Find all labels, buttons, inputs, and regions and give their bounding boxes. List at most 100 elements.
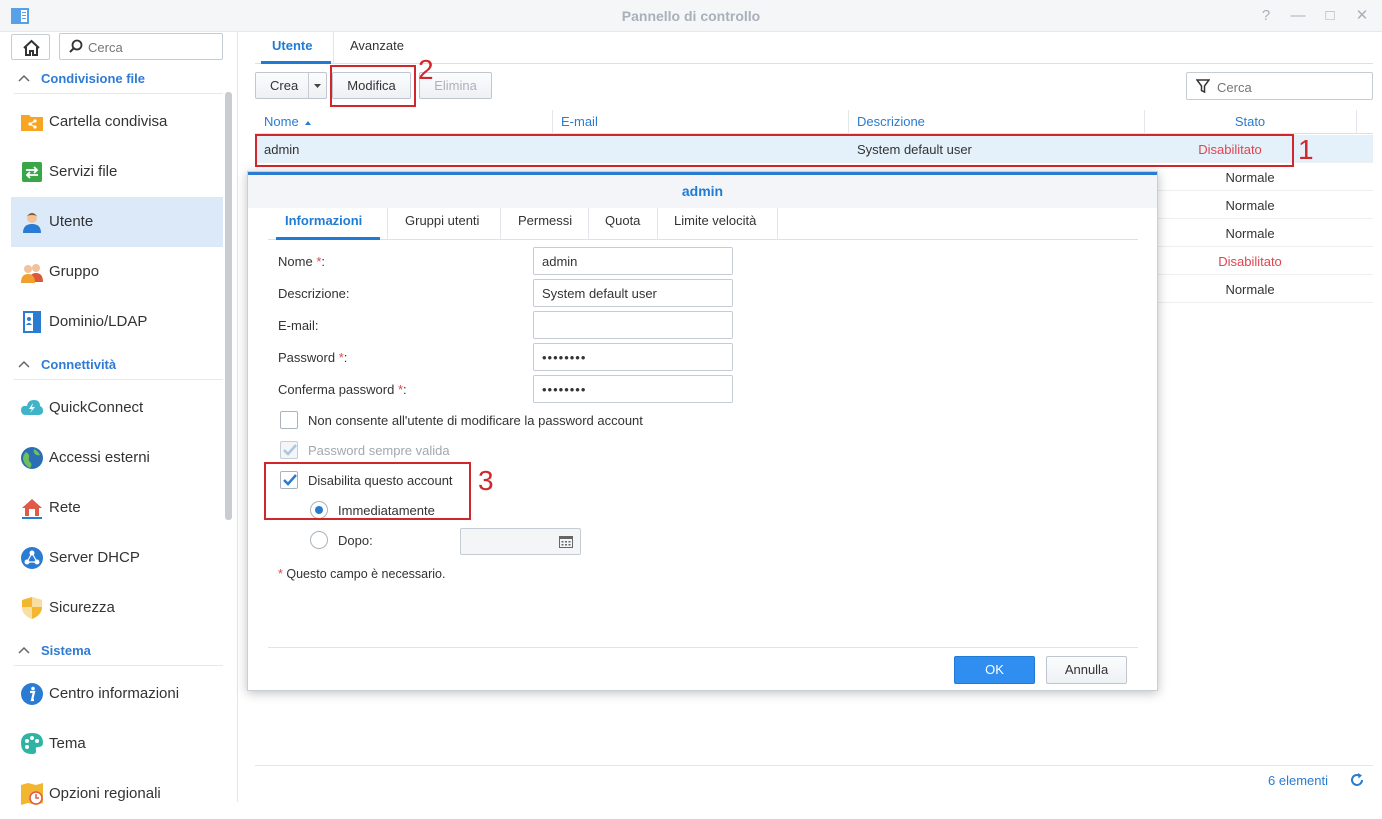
sidebar-item-external-access[interactable]: Accessi esterni — [11, 433, 223, 483]
sidebar-item-label: Tema — [49, 735, 86, 752]
tab-user-groups[interactable]: Gruppi utenti — [405, 213, 479, 228]
close-icon[interactable]: ✕ — [1352, 6, 1372, 26]
dialog-tabs: Informazioni Gruppi utenti Permessi Quot… — [268, 208, 1138, 240]
column-header-name[interactable]: Nome — [264, 114, 312, 129]
password-always-valid-checkbox[interactable] — [280, 441, 298, 459]
password-field[interactable]: •••••••• — [533, 343, 733, 371]
help-icon[interactable]: ? — [1256, 6, 1276, 26]
dialog-footer-divider — [268, 647, 1138, 648]
password-label: Password *: — [278, 350, 348, 365]
tab-quota[interactable]: Quota — [605, 213, 640, 228]
status-badge: Normale — [1225, 170, 1275, 185]
column-divider[interactable] — [848, 110, 849, 134]
home-button[interactable] — [11, 34, 50, 60]
column-divider[interactable] — [1356, 110, 1357, 134]
after-radio[interactable] — [310, 531, 328, 549]
section-system[interactable]: Sistema — [14, 636, 223, 666]
description-label: Descrizione: — [278, 286, 350, 301]
tab-divider — [500, 208, 501, 240]
description-field[interactable]: System default user — [533, 279, 733, 307]
column-header-status[interactable]: Stato — [1190, 114, 1310, 129]
sidebar-item-theme[interactable]: Tema — [11, 719, 223, 769]
disable-date-field[interactable] — [460, 528, 581, 555]
create-label: Crea — [270, 78, 299, 93]
status-badge: Normale — [1225, 198, 1275, 213]
sidebar-item-label: Sicurezza — [49, 599, 115, 616]
tab-speed-limit[interactable]: Limite velocità — [674, 213, 756, 228]
sidebar-item-quickconnect[interactable]: QuickConnect — [11, 383, 223, 433]
name-field[interactable]: admin — [533, 247, 733, 275]
cancel-button[interactable]: Annulla — [1046, 656, 1127, 684]
minimize-icon[interactable]: — — [1288, 6, 1308, 26]
chevron-up-icon — [18, 74, 30, 82]
network-icon — [22, 499, 42, 519]
filter-search-input[interactable] — [1217, 78, 1365, 96]
sidebar-item-user[interactable]: Utente — [11, 197, 223, 247]
sidebar-item-label: QuickConnect — [49, 399, 144, 416]
palette-icon — [21, 733, 43, 754]
shield-icon — [22, 597, 42, 619]
email-field[interactable] — [533, 311, 733, 339]
sidebar-item-label: Dominio/LDAP — [49, 313, 148, 330]
password-always-valid-label: Password sempre valida — [308, 443, 450, 458]
column-header-email[interactable]: E-mail — [561, 114, 598, 129]
section-file-sharing[interactable]: Condivisione file — [14, 64, 223, 94]
sort-ascending-icon — [305, 121, 312, 125]
status-badge: Normale — [1225, 226, 1275, 241]
active-tab-indicator — [261, 61, 331, 64]
section-connectivity[interactable]: Connettività — [14, 350, 223, 380]
confirm-password-field[interactable]: •••••••• — [533, 375, 733, 403]
tab-information[interactable]: Informazioni — [285, 213, 362, 228]
refresh-icon[interactable] — [1349, 772, 1365, 788]
dhcp-server-icon — [21, 547, 43, 569]
password-value: •••••••• — [542, 350, 587, 365]
tab-divider — [588, 208, 589, 240]
section-label: Connettività — [41, 357, 117, 372]
sidebar-item-network[interactable]: Rete — [11, 483, 223, 533]
filter-search[interactable] — [1186, 72, 1373, 100]
sidebar-item-shared-folder[interactable]: Cartella condivisa — [11, 97, 223, 147]
name-label: Nome *: — [278, 254, 325, 269]
maximize-icon[interactable]: □ — [1320, 6, 1340, 26]
section-label: Sistema — [41, 643, 91, 658]
column-header-description[interactable]: Descrizione — [857, 114, 925, 129]
disallow-password-change-checkbox[interactable] — [280, 411, 298, 429]
quickconnect-icon — [21, 400, 43, 415]
title-bar: Pannello di controllo ? — □ ✕ — [0, 0, 1382, 32]
chevron-up-icon — [18, 360, 30, 368]
name-value: admin — [542, 254, 578, 269]
checkmark-icon — [283, 444, 297, 456]
caret-down-icon[interactable] — [313, 83, 322, 89]
sidebar-item-group[interactable]: Gruppo — [11, 247, 223, 297]
confirm-password-value: •••••••• — [542, 382, 587, 397]
sidebar-item-security[interactable]: Sicurezza — [11, 583, 223, 633]
sidebar-search[interactable] — [59, 33, 223, 60]
tab-permissions[interactable]: Permessi — [518, 213, 572, 228]
tab-user[interactable]: Utente — [272, 38, 312, 53]
user-icon — [23, 213, 41, 233]
column-divider[interactable] — [552, 110, 553, 134]
column-divider[interactable] — [1144, 110, 1145, 134]
create-button[interactable]: Crea — [255, 72, 327, 99]
status-badge: Normale — [1225, 282, 1275, 297]
sidebar-item-regional-options[interactable]: Opzioni regionali — [11, 769, 223, 819]
calendar-icon[interactable] — [559, 535, 573, 548]
ok-button[interactable]: OK — [954, 656, 1035, 684]
tab-advanced[interactable]: Avanzate — [350, 38, 404, 53]
sidebar-item-domain-ldap[interactable]: Dominio/LDAP — [11, 297, 223, 347]
info-icon — [21, 683, 43, 705]
sidebar-search-input[interactable] — [88, 38, 216, 56]
confirm-password-label: Conferma password *: — [278, 382, 407, 397]
column-header-label: Nome — [264, 114, 299, 129]
sidebar-item-dhcp-server[interactable]: Server DHCP — [11, 533, 223, 583]
split-divider — [308, 73, 309, 98]
sidebar-item-label: Gruppo — [49, 263, 100, 280]
table-footer: 6 elementi — [255, 765, 1373, 793]
sidebar-item-file-services[interactable]: Servizi file — [11, 147, 223, 197]
annotation-box-3 — [264, 462, 471, 520]
sidebar-scrollbar[interactable] — [225, 92, 232, 520]
tab-divider — [657, 208, 658, 240]
annotation-number-3: 3 — [478, 465, 494, 496]
sidebar-item-info-center[interactable]: Centro informazioni — [11, 669, 223, 719]
sidebar: Condivisione file Cartella condivisa Ser… — [0, 32, 238, 805]
